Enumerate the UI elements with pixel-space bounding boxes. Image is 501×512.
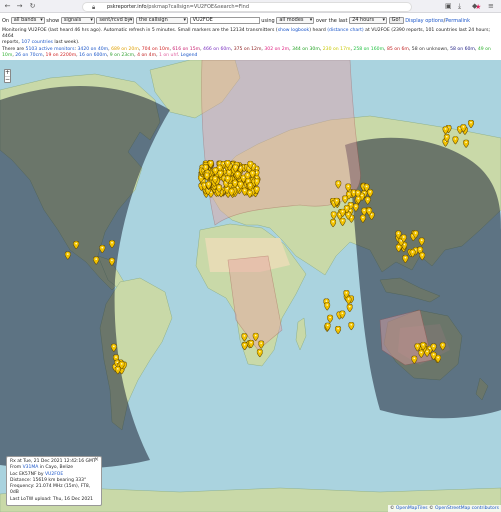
band-count: 344 on 30m [292, 46, 320, 52]
period-select[interactable]: 24 hours [349, 17, 388, 24]
map-canvas [0, 60, 501, 512]
band-select[interactable]: all bands [10, 17, 45, 24]
band-count: 302 on 2m [264, 46, 290, 52]
band-count: 58 on 60m [450, 46, 475, 52]
map-attribution: © OpenMapTiles © OpenStreetMap contribut… [387, 505, 501, 512]
over-label: over the last [315, 17, 348, 24]
lock-icon: 🔒︎ [92, 3, 96, 11]
band-count: 16 on 600m [79, 52, 107, 58]
band-count: 616 on 15m [172, 46, 201, 52]
permalink-link[interactable]: Permalink [445, 18, 470, 24]
band-count: 466 on 60m [203, 46, 231, 52]
popup-frequency: Frequency: 21.074 MHz (15m), FT8, 0dB [10, 484, 91, 496]
band-count: 1 on uhf [158, 52, 178, 58]
show-label: show [46, 17, 60, 24]
menu-icon[interactable]: ≡ [488, 2, 494, 11]
extensions-icon[interactable]: ◆ [472, 2, 477, 11]
band-count: 85 on 6m [386, 46, 409, 52]
using-label: using [261, 17, 275, 24]
osm-contributors-link[interactable]: OpenStreetMap contributors [435, 506, 499, 511]
band-count: 230 on 17m [322, 46, 351, 52]
spot-popup: × Rx at Tue, 21 Dec 2021 12:42:16 GMT Fr… [6, 456, 102, 507]
go-button[interactable]: Go! [388, 17, 404, 24]
band-count: 58 on unknown [411, 46, 448, 52]
popup-lotw: Last LoTW upload: Thu, 16 Dec 2021 [10, 496, 93, 502]
status-text: Monitoring VU2FOE (last heard 46 hrs ago… [2, 28, 491, 58]
active-monitors-link[interactable]: 5103 active monitors [26, 47, 75, 52]
countries-link[interactable]: 107 countries [21, 40, 53, 45]
band-count: 704 on 10m [141, 46, 170, 52]
band-count: 375 on 12m [233, 46, 262, 52]
address-bar[interactable]: 🔒︎ pskreporter.info/pskmap?callsign=VU2F… [82, 1, 481, 12]
browser-toolbar: ← → ↻ 🔒︎ pskreporter.info/pskmap?callsig… [0, 0, 501, 13]
close-icon[interactable]: × [94, 456, 99, 463]
direction-select[interactable]: sent/rcvd by [96, 17, 135, 24]
search-controls: On all bands show signals sent/rcvd by t… [0, 13, 501, 60]
back-icon[interactable]: ← [3, 2, 12, 11]
url-text: pskreporter.info/pskmap?callsign=VU2FOE&… [107, 3, 250, 10]
zoom-out-button[interactable]: − [5, 76, 10, 83]
openmaptiles-link[interactable]: OpenMapTiles [396, 506, 428, 511]
mode-select[interactable]: all modes [276, 17, 315, 24]
band-count: 19 on 2200m [45, 52, 77, 58]
show-logbook-link[interactable]: show logbook [278, 28, 310, 33]
band-count: 26 on 70cm [15, 52, 43, 58]
band-count: 4 on 4m [137, 52, 157, 58]
band-count: 258 on 160m [353, 46, 385, 52]
show-select[interactable]: signals [60, 17, 95, 24]
display-options-link[interactable]: Display options [405, 18, 443, 24]
popup-by-call[interactable]: VU2FOE [45, 472, 63, 477]
world-map[interactable]: + − × Rx at Tue, 21 Dec 2021 12:42:16 GM… [0, 60, 501, 512]
band-count: 689 on 20m [111, 46, 139, 52]
band-count: 3420 on 40m [77, 46, 109, 52]
download-icon[interactable]: ⤓ [458, 2, 461, 11]
zoom-control: + − [4, 69, 11, 83]
callsign-input[interactable]: VU2FOE [189, 17, 260, 24]
popup-from-call[interactable]: V31MA [23, 465, 39, 470]
forward-icon[interactable]: → [15, 2, 24, 11]
on-label: On [2, 17, 10, 24]
legend-link[interactable]: Legend [181, 53, 198, 58]
band-count: 9 on 23cm [109, 52, 135, 58]
pocket-icon[interactable]: ▣ [445, 2, 452, 11]
reload-icon[interactable]: ↻ [28, 2, 37, 11]
distance-chart-link[interactable]: (distance chart) [327, 28, 363, 33]
target-select[interactable]: the callsign [136, 17, 189, 24]
